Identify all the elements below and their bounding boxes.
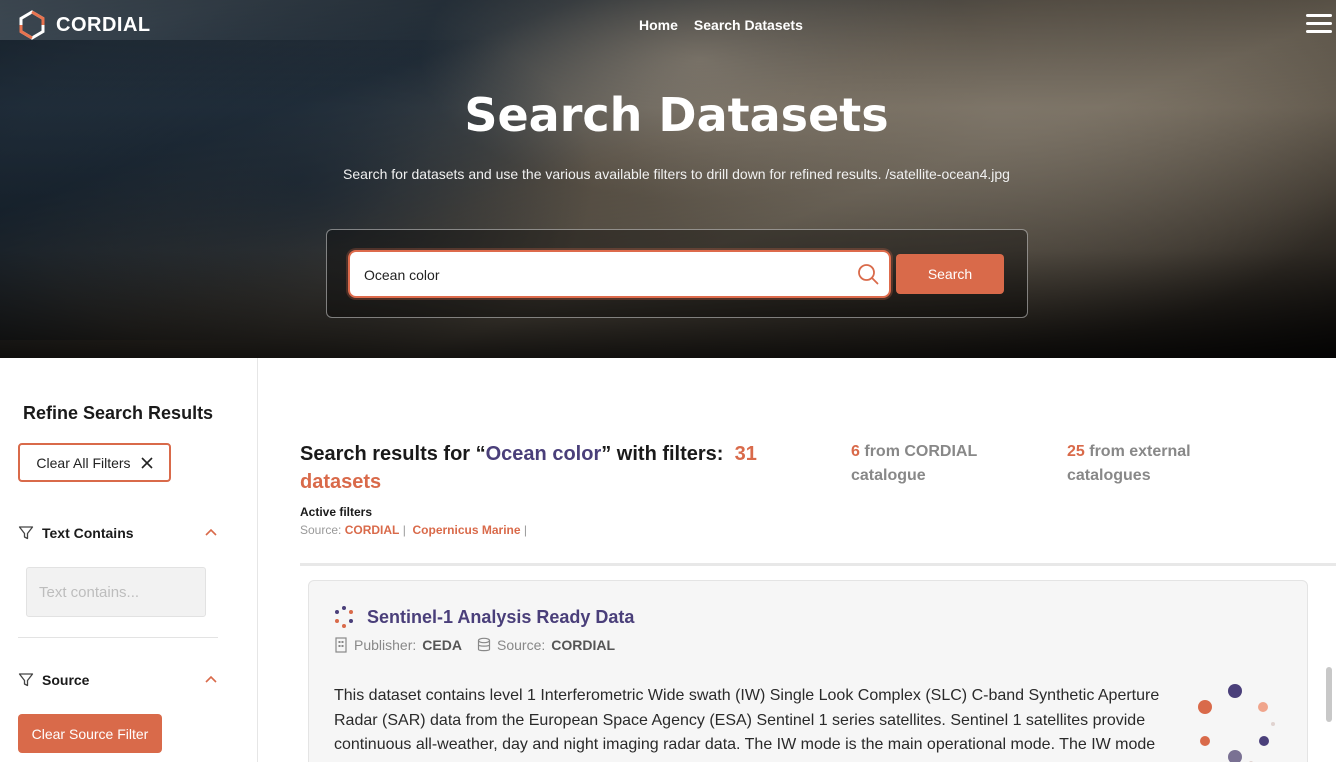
active-filters-label: Active filters: [300, 505, 373, 519]
source-meta: Source: CORDIAL: [477, 637, 615, 653]
divider: [18, 637, 218, 638]
chevron-up-icon[interactable]: [204, 672, 218, 686]
clear-all-filters-button[interactable]: Clear All Filters: [18, 443, 171, 482]
dataset-graphic-icon: [1198, 684, 1275, 762]
brand-logo[interactable]: CORDIAL: [18, 10, 151, 40]
filter-icon: [18, 673, 34, 687]
clear-source-filter-button[interactable]: Clear Source Filter: [18, 714, 162, 753]
cordial-count: 6: [851, 443, 860, 460]
page-subtitle: Search for datasets and use the various …: [343, 166, 1010, 182]
active-filter-tag[interactable]: CORDIAL: [345, 523, 400, 537]
nav-link-home[interactable]: Home: [639, 17, 678, 33]
source-label: Source:: [497, 637, 546, 653]
cordial-count-label: from CORDIAL catalogue: [851, 443, 977, 484]
nav-link-search-datasets[interactable]: Search Datasets: [694, 17, 803, 33]
dataset-dots-icon: [335, 606, 353, 628]
building-icon: [335, 637, 347, 653]
page-title: Search Datasets: [464, 88, 889, 142]
dataset-card[interactable]: Sentinel-1 Analysis Ready Data Publisher…: [308, 580, 1308, 762]
results-heading: Search results for “Ocean color” with fi…: [300, 440, 770, 496]
separator: |: [402, 523, 406, 537]
search-input[interactable]: [364, 264, 844, 286]
results-suffix: ” with filters:: [601, 443, 724, 465]
text-contains-input[interactable]: [26, 567, 206, 617]
close-icon: [140, 456, 153, 469]
active-filter-tag[interactable]: Copernicus Marine: [413, 523, 521, 537]
search-panel: Search: [326, 229, 1028, 318]
search-field[interactable]: [348, 250, 891, 298]
results-query: Ocean color: [485, 443, 602, 465]
separator: |: [523, 523, 528, 537]
chevron-up-icon[interactable]: [204, 525, 218, 539]
source-filter-label: Source: [42, 672, 90, 688]
active-source-prefix: Source:: [300, 523, 342, 537]
brand-name: CORDIAL: [56, 13, 151, 36]
publisher-value: CEDA: [422, 637, 462, 653]
cordial-count-stat: 6 from CORDIAL catalogue: [851, 440, 1001, 488]
search-icon[interactable]: [857, 263, 879, 285]
active-source-filters: Source: CORDIAL | Copernicus Marine |: [300, 523, 527, 537]
text-contains-label: Text Contains: [42, 525, 134, 541]
filter-sidebar: Refine Search Results Clear All Filters …: [0, 358, 258, 762]
sidebar-title: Refine Search Results: [23, 403, 214, 423]
clear-all-filters-label: Clear All Filters: [36, 454, 131, 471]
results-count-unit: datasets: [300, 471, 382, 493]
source-value: CORDIAL: [551, 637, 616, 653]
menu-icon[interactable]: [1306, 14, 1332, 36]
filter-icon: [18, 526, 34, 540]
results-prefix: Search results for “: [300, 443, 486, 465]
hexagon-logo-icon: [19, 10, 45, 40]
search-button[interactable]: Search: [896, 254, 1004, 294]
publisher-meta: Publisher: CEDA: [334, 637, 462, 653]
page-scrollbar[interactable]: [1326, 667, 1332, 722]
dataset-title[interactable]: Sentinel-1 Analysis Ready Data: [367, 607, 634, 628]
publisher-label: Publisher:: [354, 637, 417, 653]
database-icon: [477, 637, 491, 652]
external-count-stat: 25 from external catalogues: [1067, 440, 1227, 488]
dataset-description: This dataset contains level 1 Interferom…: [334, 687, 1160, 762]
source-filter-header[interactable]: Source: [18, 669, 218, 691]
external-count-label: from external catalogues: [1067, 443, 1191, 484]
external-count: 25: [1067, 443, 1085, 460]
text-contains-filter-header[interactable]: Text Contains: [18, 522, 218, 544]
divider: [300, 563, 1336, 566]
nav-links: Home Search Datasets: [639, 17, 803, 33]
results-count: 31: [734, 443, 757, 465]
top-nav: CORDIAL Home Search Datasets: [0, 0, 1336, 52]
